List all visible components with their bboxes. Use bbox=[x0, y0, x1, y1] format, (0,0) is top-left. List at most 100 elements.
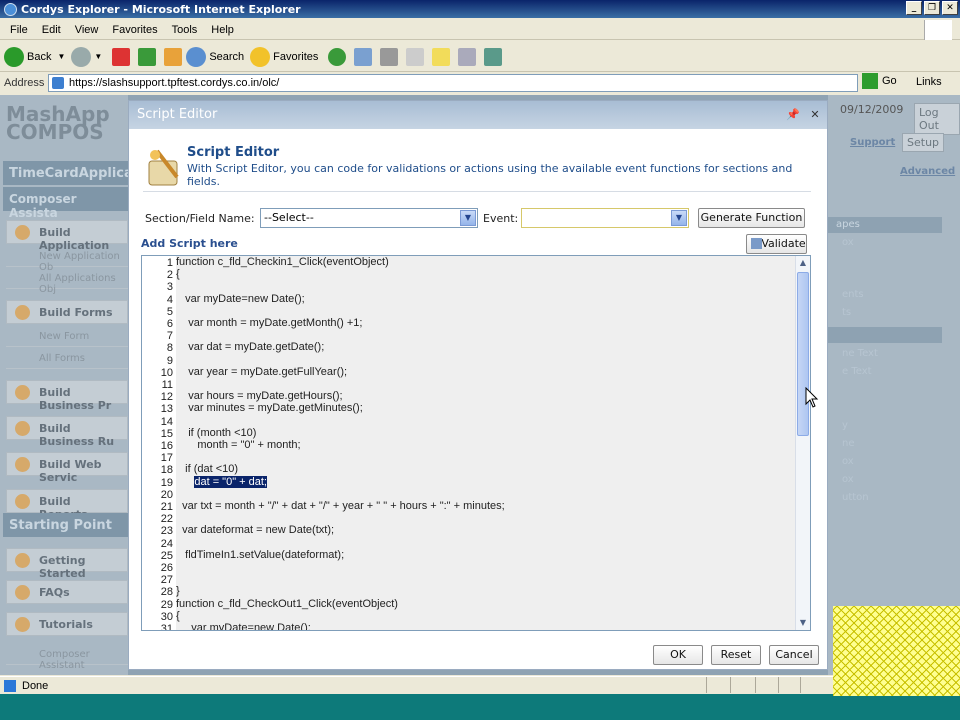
code-line: if (month <10) bbox=[176, 426, 257, 439]
window-title: Cordys Explorer - Microsoft Internet Exp… bbox=[21, 2, 301, 16]
mail-icon[interactable] bbox=[354, 47, 373, 66]
assistant-header: Composer Assista bbox=[3, 187, 128, 220]
search-button[interactable]: Search bbox=[186, 46, 244, 67]
code-area[interactable]: function c_fld_Checkin1_Click(eventObjec… bbox=[176, 256, 796, 630]
support-link[interactable]: Support bbox=[850, 137, 895, 148]
script-editor-description: With Script Editor, you can code for val… bbox=[187, 162, 793, 188]
line-number: 31 bbox=[160, 623, 173, 631]
composer-assistant-tab[interactable]: Composer Assistant bbox=[6, 645, 128, 671]
all-applications-link[interactable]: All Applications Obj bbox=[6, 269, 128, 295]
palette-item[interactable]: ox bbox=[828, 235, 942, 253]
code-editor[interactable]: 1 2 3 4 5 6 7 8 9 10 11 12 13 14 15 16 17 18 19 20 21 22 23 24 2… bbox=[141, 255, 811, 631]
line-number: 17 bbox=[160, 452, 173, 465]
build-business-process-button[interactable]: Build Business Pr bbox=[6, 380, 128, 412]
discuss-icon[interactable] bbox=[432, 47, 451, 66]
forward-button[interactable]: ▼ bbox=[71, 46, 102, 67]
menu-help[interactable]: Help bbox=[204, 24, 241, 36]
palette-item[interactable]: ox bbox=[828, 472, 942, 490]
print-icon[interactable] bbox=[380, 47, 399, 66]
line-number: 5 bbox=[166, 305, 173, 318]
line-number: 15 bbox=[160, 427, 173, 440]
palette-item[interactable]: ents bbox=[828, 287, 942, 305]
faqs-button[interactable]: FAQs bbox=[6, 580, 128, 604]
setup-button[interactable]: Setup bbox=[902, 133, 945, 152]
restore-icon[interactable]: ❐ bbox=[924, 1, 940, 15]
menu-edit[interactable]: Edit bbox=[35, 24, 68, 36]
getting-started-button[interactable]: Getting Started bbox=[6, 548, 128, 580]
build-web-services-button[interactable]: Build Web Servic bbox=[6, 452, 128, 484]
menu-tools[interactable]: Tools bbox=[165, 24, 205, 36]
menu-view[interactable]: View bbox=[68, 24, 106, 36]
dialog-title: Script Editor bbox=[129, 101, 827, 129]
address-input[interactable]: https://slashsupport.tpftest.cordys.co.i… bbox=[48, 74, 858, 92]
validate-button[interactable]: Validate bbox=[746, 234, 807, 254]
home-icon[interactable] bbox=[164, 47, 183, 66]
build-forms-button[interactable]: Build Forms bbox=[6, 300, 128, 324]
go-button[interactable]: Go bbox=[862, 73, 897, 89]
section-field-select[interactable]: --Select-- ▼ bbox=[260, 208, 478, 228]
back-button[interactable]: Back ▼ bbox=[4, 46, 65, 67]
messenger-icon[interactable] bbox=[484, 47, 503, 66]
line-number: 21 bbox=[160, 501, 173, 513]
advanced-link[interactable]: Advanced bbox=[900, 166, 955, 177]
pin-icon[interactable]: 📌 bbox=[785, 107, 801, 123]
forward-arrow-icon bbox=[71, 46, 92, 67]
line-number: 12 bbox=[160, 391, 173, 404]
editor-scrollbar[interactable]: ▲ ▼ bbox=[795, 256, 810, 630]
scroll-up-icon[interactable]: ▲ bbox=[797, 256, 809, 270]
status-text: Done bbox=[22, 679, 49, 692]
page-icon bbox=[4, 679, 16, 692]
sidebar: MashApp COMPOS TimeCardApplica Composer A… bbox=[0, 95, 133, 675]
code-line: var dat = myDate.getDate(); bbox=[176, 341, 325, 354]
generate-function-button[interactable]: Generate Function bbox=[698, 208, 805, 228]
ok-button[interactable]: OK bbox=[653, 645, 703, 665]
build-business-rules-button[interactable]: Build Business Ru bbox=[6, 416, 128, 448]
code-line: if (dat <10) bbox=[176, 463, 239, 476]
dialog-close-icon[interactable]: ✕ bbox=[807, 107, 823, 123]
reset-button[interactable]: Reset bbox=[711, 645, 761, 665]
chevron-down-icon[interactable]: ▼ bbox=[460, 210, 476, 226]
favorites-button[interactable]: Favorites bbox=[250, 46, 318, 67]
history-icon[interactable] bbox=[328, 47, 347, 66]
event-select[interactable]: ▼ bbox=[521, 208, 689, 228]
palette-item[interactable]: ne bbox=[828, 436, 942, 454]
script-editor-dialog: Script Editor 📌 ✕ Script Editor With Scr… bbox=[128, 100, 828, 670]
close-icon[interactable]: ✕ bbox=[942, 1, 958, 15]
go-arrow-icon bbox=[862, 73, 878, 89]
stop-icon[interactable] bbox=[112, 47, 131, 66]
palette-item[interactable]: ne Text bbox=[828, 346, 942, 364]
chevron-down-icon[interactable]: ▼ bbox=[671, 210, 687, 226]
line-number: 27 bbox=[160, 574, 173, 587]
code-line: function c_fld_Checkin1_Click(eventObjec… bbox=[176, 256, 389, 268]
menu-favorites[interactable]: Favorites bbox=[105, 24, 164, 36]
code-line: var myDate=new Date(); bbox=[176, 292, 305, 305]
logout-button[interactable]: Log Out bbox=[914, 103, 960, 135]
scroll-down-icon[interactable]: ▼ bbox=[797, 616, 809, 630]
line-number: 3 bbox=[166, 281, 173, 294]
menu-file[interactable]: File bbox=[3, 24, 35, 36]
palette-item[interactable]: e Text bbox=[828, 364, 942, 382]
cancel-button[interactable]: Cancel bbox=[769, 645, 819, 665]
refresh-icon[interactable] bbox=[138, 47, 157, 66]
palette-item[interactable] bbox=[828, 253, 942, 271]
scroll-thumb[interactable] bbox=[797, 272, 809, 436]
links-button[interactable]: Links bbox=[916, 76, 942, 88]
right-pane: 09/12/2009 Log Out Support Setup Advance… bbox=[828, 95, 960, 675]
build-application-button[interactable]: Build Application bbox=[6, 220, 128, 252]
status-divider bbox=[755, 677, 756, 693]
palette-item[interactable]: ts bbox=[828, 305, 942, 323]
palette-item[interactable]: ox bbox=[828, 454, 942, 472]
new-application-link[interactable]: New Application Ob bbox=[6, 247, 128, 273]
address-bar: Address https://slashsupport.tpftest.cor… bbox=[0, 73, 960, 93]
all-forms-link[interactable]: All Forms bbox=[6, 349, 128, 369]
palette-item[interactable]: y bbox=[828, 418, 942, 436]
code-line: { bbox=[176, 609, 180, 622]
edit-icon[interactable] bbox=[406, 47, 425, 66]
new-form-link[interactable]: New Form bbox=[6, 327, 128, 347]
research-icon[interactable] bbox=[458, 47, 477, 66]
line-number: 28 bbox=[160, 586, 173, 599]
tutorials-button[interactable]: Tutorials bbox=[6, 612, 128, 636]
minimize-icon[interactable]: _ bbox=[906, 1, 922, 15]
palette-item[interactable]: utton bbox=[828, 490, 942, 508]
build-reports-button[interactable]: Build Reports bbox=[6, 489, 128, 521]
